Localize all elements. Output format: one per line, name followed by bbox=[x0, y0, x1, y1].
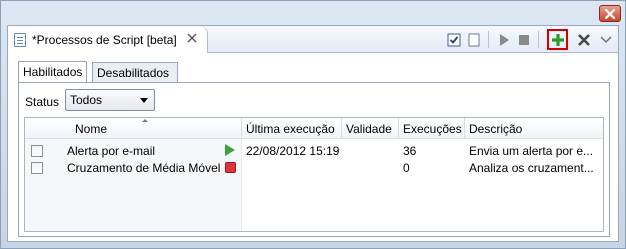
tab-content: Status Todos Nome Última execução Valida… bbox=[18, 82, 610, 237]
cell-last-run: 22/08/2012 15:19 bbox=[246, 143, 340, 158]
delete-button[interactable] bbox=[574, 30, 593, 49]
tab-label: Habilitados bbox=[23, 65, 83, 79]
cell-executions: 36 bbox=[403, 143, 417, 158]
view-header: *Processos de Script [beta] bbox=[8, 26, 618, 53]
column-label: Validade bbox=[346, 121, 392, 136]
row-checkbox[interactable] bbox=[31, 145, 43, 157]
deselect-all-button[interactable] bbox=[464, 30, 483, 49]
application-window: *Processos de Script [beta] Habilitados … bbox=[0, 0, 626, 249]
toolbar-separator bbox=[538, 31, 539, 48]
delete-icon bbox=[577, 33, 590, 46]
processes-table: Nome Última execução Validade Execuções … bbox=[24, 117, 604, 232]
view-menu-icon bbox=[600, 36, 611, 43]
cell-last-run bbox=[242, 159, 342, 176]
stopped-status-icon[interactable] bbox=[225, 162, 236, 173]
tab-label: Desabilitados bbox=[97, 65, 170, 80]
add-button[interactable] bbox=[547, 29, 568, 50]
view-title: *Processos de Script [beta] bbox=[32, 32, 177, 47]
select-all-button[interactable] bbox=[444, 30, 463, 49]
tab-habilitados[interactable]: Habilitados bbox=[18, 61, 88, 82]
view-tab[interactable]: *Processos de Script [beta] bbox=[8, 26, 208, 53]
running-status-icon[interactable] bbox=[225, 144, 235, 156]
cell-description: Analiza os cruzament... bbox=[469, 160, 594, 175]
table-row[interactable]: Alerta por e-mail 22/08/2012 15:19 36 En… bbox=[25, 142, 603, 159]
sort-ascending-icon bbox=[142, 119, 148, 122]
row-checkbox[interactable] bbox=[31, 162, 43, 174]
table-row[interactable]: Cruzamento de Média Móvel 0 Analiza os c… bbox=[25, 159, 603, 176]
run-button[interactable] bbox=[494, 30, 513, 49]
table-header: Nome Última execução Validade Execuções … bbox=[25, 118, 603, 139]
column-label: Execuções bbox=[403, 121, 462, 136]
play-icon bbox=[499, 33, 509, 46]
cell-executions: 0 bbox=[403, 160, 410, 175]
header-checkbox-column[interactable] bbox=[25, 118, 45, 139]
close-icon bbox=[604, 8, 616, 19]
cell-description: Envia um alerta por e... bbox=[469, 143, 594, 158]
stop-button[interactable] bbox=[514, 30, 533, 49]
status-filter-value: Todos bbox=[70, 93, 103, 107]
cell-name: Alerta por e-mail bbox=[67, 143, 156, 158]
cell-validity bbox=[342, 142, 399, 159]
header-descricao[interactable]: Descrição bbox=[465, 118, 603, 139]
status-filter-label: Status bbox=[25, 95, 60, 109]
cell-validity bbox=[342, 159, 399, 176]
tab-close-icon[interactable] bbox=[187, 33, 197, 46]
column-label: Última execução bbox=[246, 121, 335, 136]
view-menu-button[interactable] bbox=[596, 30, 615, 49]
stop-icon bbox=[518, 34, 529, 45]
status-filter-select[interactable]: Todos bbox=[65, 89, 155, 111]
document-icon bbox=[14, 32, 26, 47]
toolbar-separator bbox=[488, 31, 489, 48]
header-validade[interactable]: Validade bbox=[342, 118, 399, 139]
window-close-button[interactable] bbox=[599, 5, 621, 22]
script-processes-view: *Processos de Script [beta] Habilitados … bbox=[7, 25, 619, 242]
tab-desabilitados[interactable]: Desabilitados bbox=[92, 62, 178, 82]
header-ultima-execucao[interactable]: Última execução bbox=[242, 118, 342, 139]
header-execucoes[interactable]: Execuções bbox=[399, 118, 465, 139]
checkbox-checked-icon bbox=[447, 33, 460, 46]
checkbox-empty-icon bbox=[468, 33, 479, 46]
column-label: Nome bbox=[75, 121, 108, 136]
add-icon bbox=[551, 33, 564, 46]
chevron-down-icon bbox=[140, 97, 148, 103]
column-label: Descrição bbox=[469, 121, 523, 136]
header-nome[interactable]: Nome bbox=[45, 118, 242, 139]
cell-name: Cruzamento de Média Móvel bbox=[67, 160, 221, 175]
